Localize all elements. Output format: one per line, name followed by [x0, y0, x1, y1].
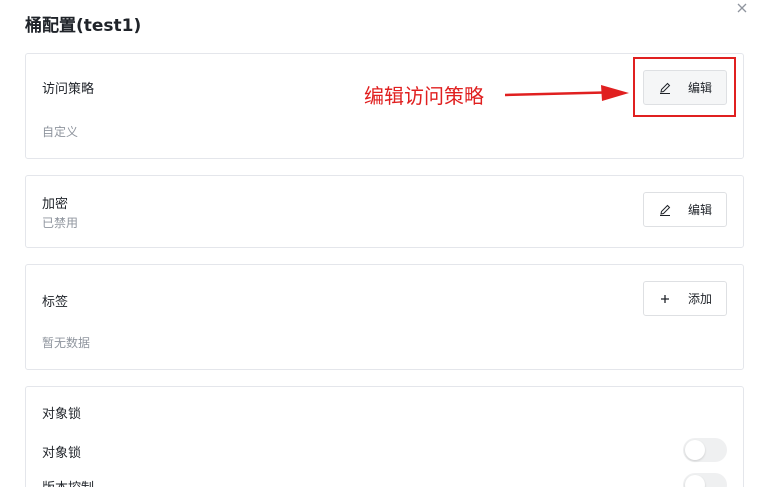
encryption-card: 加密 已禁用 编辑 [25, 175, 744, 248]
tags-label: 标签 [42, 295, 69, 310]
encryption-value: 已禁用 [42, 216, 79, 230]
plus-icon [658, 292, 672, 306]
add-tag-button[interactable]: 添加 [643, 281, 727, 316]
encryption-label: 加密 [42, 197, 69, 212]
edit-encryption-button[interactable]: 编辑 [643, 192, 727, 227]
object-lock-section-label: 对象锁 [42, 407, 82, 422]
object-lock-row-label: 对象锁 [42, 446, 82, 461]
object-lock-toggle[interactable] [683, 438, 727, 462]
tags-empty-text: 暂无数据 [42, 336, 91, 350]
tags-card: 标签 暂无数据 添加 [25, 264, 744, 370]
annotation-text: 编辑访问策略 [364, 84, 484, 108]
annotation-arrow-icon [505, 85, 629, 101]
annotation-highlight-box [633, 57, 736, 117]
add-tag-label: 添加 [687, 292, 712, 306]
dialog-title: 桶配置(test1) [25, 16, 142, 36]
edit-icon [658, 203, 672, 217]
versioning-toggle[interactable] [683, 473, 727, 487]
close-button[interactable] [735, 1, 751, 17]
toggle-knob [685, 475, 705, 487]
object-lock-card: 对象锁 对象锁 版本控制 [25, 386, 744, 487]
close-icon [737, 3, 747, 13]
toggle-knob [685, 440, 705, 460]
access-policy-value: 自定义 [42, 125, 79, 139]
versioning-label: 版本控制 [42, 477, 94, 487]
access-policy-label: 访问策略 [42, 82, 95, 97]
edit-encryption-label: 编辑 [687, 203, 712, 217]
